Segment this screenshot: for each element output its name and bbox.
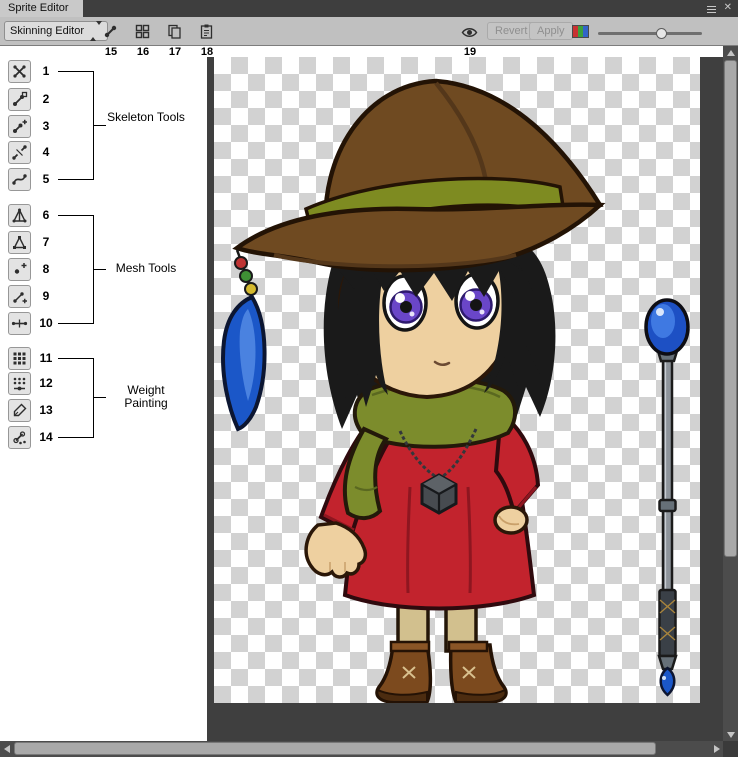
tool-button-4[interactable]	[8, 141, 31, 164]
tool-button-7[interactable]	[8, 231, 31, 254]
horizontal-scrollbar-thumb[interactable]	[14, 742, 656, 755]
tool-button-1[interactable]	[8, 60, 31, 83]
bracket-line	[58, 358, 94, 359]
curved-bone-icon	[11, 171, 28, 188]
bracket-line	[93, 358, 94, 438]
create-vertex-icon	[11, 261, 28, 278]
revert-label: Revert	[495, 25, 527, 37]
title-bar: Sprite Editor ✕	[0, 0, 738, 17]
scroll-up-button[interactable]	[723, 46, 738, 59]
group-label-skeleton-tools: Skeleton Tools	[106, 111, 186, 124]
zoom-slider-track[interactable]	[598, 32, 702, 35]
sprite-image-area	[214, 57, 700, 708]
tool-number: 11	[34, 351, 58, 365]
callout-number: 15	[99, 46, 123, 58]
tool-button-10[interactable]	[8, 312, 31, 335]
tool-button-14[interactable]	[8, 426, 31, 449]
visibility-button[interactable]	[461, 24, 478, 41]
bracket-line	[58, 437, 94, 438]
popup-arrows-icon	[90, 25, 102, 37]
vertical-scrollbar[interactable]	[723, 46, 738, 741]
zoom-slider[interactable]	[598, 29, 702, 39]
callout-number: 16	[131, 46, 155, 58]
toolbar-button-15[interactable]	[102, 23, 119, 40]
scrollbar-corner	[723, 741, 738, 757]
tool-button-2[interactable]	[8, 88, 31, 111]
apply-label: Apply	[537, 25, 565, 37]
sprite-editor-window: Sprite Editor ✕ Skinning Editor Revert A…	[0, 0, 738, 757]
auto-geometry-icon	[11, 207, 28, 224]
weight-slider-icon	[11, 375, 28, 392]
close-icon[interactable]: ✕	[724, 3, 732, 13]
tool-number: 8	[34, 262, 58, 276]
main-toolbar: Skinning Editor Revert Apply	[0, 17, 738, 46]
group-label-weight-painting: Weight Painting	[106, 384, 186, 410]
bracket-line	[93, 397, 106, 398]
character-sprite	[214, 57, 700, 703]
tool-button-6[interactable]	[8, 204, 31, 227]
tool-number: 2	[34, 92, 58, 106]
tool-number: 1	[34, 64, 58, 78]
auto-weights-icon	[11, 350, 28, 367]
sprite-canvas[interactable]	[207, 57, 723, 741]
sprite-grid-icon	[134, 23, 151, 40]
copy-icon	[166, 23, 183, 40]
vertical-scrollbar-thumb[interactable]	[724, 60, 737, 557]
paste-icon	[198, 23, 215, 40]
horizontal-scrollbar[interactable]	[0, 741, 723, 757]
scroll-down-button[interactable]	[723, 728, 738, 741]
scroll-right-button[interactable]	[710, 741, 723, 757]
window-title: Sprite Editor	[8, 2, 69, 14]
tool-button-8[interactable]	[8, 258, 31, 281]
bone-chain-icon	[11, 91, 28, 108]
tool-number: 10	[34, 316, 58, 330]
pane-menu-icon[interactable]	[707, 4, 716, 15]
edit-geometry-icon	[11, 234, 28, 251]
tool-button-12[interactable]	[8, 372, 31, 395]
tool-number: 5	[34, 172, 58, 186]
tool-number: 12	[34, 376, 58, 390]
tool-button-3[interactable]	[8, 115, 31, 138]
bracket-line	[58, 215, 94, 216]
callout-number: 17	[163, 46, 187, 58]
group-label-mesh-tools: Mesh Tools	[106, 262, 186, 275]
scroll-left-button[interactable]	[0, 741, 13, 757]
editor-mode-dropdown[interactable]: Skinning Editor	[4, 21, 108, 41]
tool-number: 7	[34, 235, 58, 249]
toolbar-button-16[interactable]	[134, 23, 151, 40]
toolbar-button-18[interactable]	[198, 23, 215, 40]
bracket-line	[58, 179, 94, 180]
tool-number: 13	[34, 403, 58, 417]
crossed-bones-icon	[11, 63, 28, 80]
bracket-line	[93, 269, 106, 270]
tool-button-9[interactable]	[8, 285, 31, 308]
tool-button-13[interactable]	[8, 399, 31, 422]
rgb-channels-icon[interactable]	[572, 25, 589, 38]
split-edge-icon	[11, 315, 28, 332]
tool-button-5[interactable]	[8, 168, 31, 191]
bracket-line	[58, 323, 94, 324]
tool-number: 14	[34, 430, 58, 444]
tool-number: 4	[34, 145, 58, 159]
create-bone-icon	[11, 118, 28, 135]
create-edge-icon	[11, 288, 28, 305]
bracket-line	[93, 125, 106, 126]
tool-number: 9	[34, 289, 58, 303]
editor-mode-label: Skinning Editor	[10, 25, 90, 37]
zoom-slider-thumb[interactable]	[656, 28, 667, 39]
split-bone-icon	[11, 144, 28, 161]
bracket-line	[58, 71, 94, 72]
bone-influence-icon	[11, 429, 28, 446]
toolbar-button-17[interactable]	[166, 23, 183, 40]
sprite-editor-tab[interactable]: Sprite Editor	[0, 0, 83, 17]
tool-button-11[interactable]	[8, 347, 31, 370]
tool-number: 3	[34, 119, 58, 133]
eye-icon	[461, 24, 478, 41]
tool-number: 6	[34, 208, 58, 222]
weight-brush-icon	[11, 402, 28, 419]
apply-button[interactable]: Apply	[529, 22, 573, 40]
bone-icon	[102, 23, 119, 40]
